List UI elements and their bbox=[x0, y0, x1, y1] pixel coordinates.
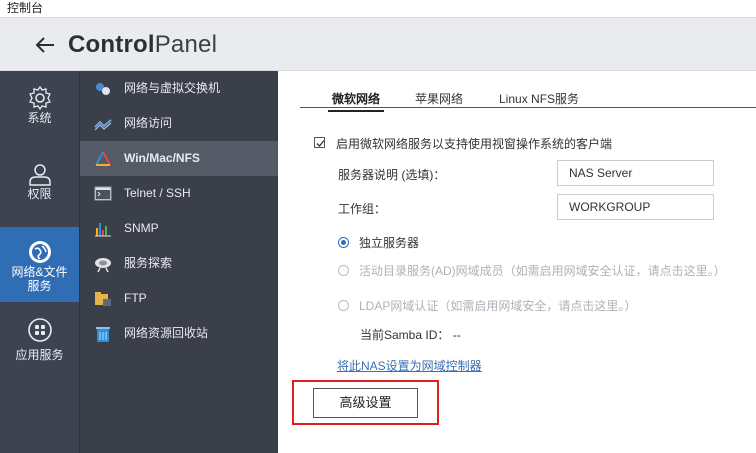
terminal-icon bbox=[94, 186, 112, 201]
subnav-item-snmp[interactable]: SNMP bbox=[80, 211, 279, 246]
checkmark-icon bbox=[316, 140, 325, 147]
apps-grid-icon bbox=[27, 318, 52, 342]
sub-sidebar: 网络与虚拟交换机 网络访问 Win/Mac/NFS Telnet / SSH S… bbox=[79, 71, 279, 453]
server-desc-label: 服务器说明 (选填)： bbox=[338, 168, 446, 182]
header-bar: ControlPanel bbox=[0, 18, 756, 71]
tab-linux-nfs[interactable]: Linux NFS服务 bbox=[499, 90, 579, 107]
set-domain-controller-link[interactable]: 将此NAS设置为网域控制器 bbox=[337, 357, 482, 374]
subnav-item-telnet-ssh[interactable]: Telnet / SSH bbox=[80, 176, 279, 211]
back-arrow-icon[interactable] bbox=[34, 34, 56, 56]
tab-bar: 微软网络 苹果网络 Linux NFS服务 bbox=[300, 88, 756, 112]
app-title: ControlPanel bbox=[68, 31, 218, 58]
win-mac-nfs-icon bbox=[95, 151, 111, 166]
service-discovery-icon bbox=[95, 258, 111, 273]
ftp-folder-icon bbox=[95, 292, 111, 306]
sidebar-item-label-line1: 网络&文件 bbox=[11, 265, 68, 279]
subnav-item-recycle-bin[interactable]: 网络资源回收站 bbox=[80, 316, 279, 351]
enable-smb-checkbox[interactable] bbox=[314, 137, 325, 148]
main-sidebar: 系统 权限 网络&文件 服务 应用服务 bbox=[0, 71, 79, 453]
network-access-icon bbox=[94, 119, 112, 131]
sidebar-item-label: 权限 bbox=[27, 187, 52, 201]
tab-apple-network[interactable]: 苹果网络 bbox=[415, 90, 463, 107]
sidebar-item-network-file-services[interactable]: 网络&文件 服务 bbox=[0, 227, 79, 302]
tab-microsoft-network[interactable]: 微软网络 bbox=[327, 90, 385, 112]
subnav-item-ftp[interactable]: FTP bbox=[80, 281, 279, 316]
workgroup-label: 工作组： bbox=[338, 202, 387, 216]
network-globe-icon bbox=[28, 241, 51, 263]
sidebar-item-system[interactable]: 系统 bbox=[0, 81, 79, 141]
subnav-item-service-discovery[interactable]: 服务探索 bbox=[80, 246, 279, 281]
server-desc-input[interactable]: NAS Server bbox=[557, 160, 714, 186]
ldap-auth-label: LDAP网域认证（如需启用网域安全，请点击这里。） bbox=[359, 299, 637, 313]
bar-chart-icon bbox=[95, 223, 111, 237]
ldap-auth-radio[interactable] bbox=[338, 300, 349, 311]
standalone-server-radio[interactable] bbox=[338, 237, 349, 248]
sidebar-item-label-line2: 服务 bbox=[27, 279, 52, 293]
sidebar-item-app-services[interactable]: 应用服务 bbox=[0, 315, 79, 375]
subnav-item-win-mac-nfs[interactable]: Win/Mac/NFS bbox=[80, 141, 279, 176]
ad-member-radio[interactable] bbox=[338, 265, 349, 276]
samba-id-label: 当前Samba ID： -- bbox=[360, 328, 461, 342]
network-switch-icon bbox=[96, 83, 110, 95]
recycle-bin-icon bbox=[96, 327, 110, 342]
window-title: 控制台 bbox=[0, 0, 756, 18]
sidebar-item-label: 系统 bbox=[27, 111, 52, 125]
user-icon bbox=[28, 164, 51, 186]
ad-member-label: 活动目录服务(AD)网域成员（如需启用网域安全认证，请点击这里。） bbox=[359, 264, 726, 278]
subnav-item-network-switch[interactable]: 网络与虚拟交换机 bbox=[80, 71, 279, 106]
sidebar-item-label: 应用服务 bbox=[15, 348, 64, 362]
enable-smb-label: 启用微软网络服务以支持使用视窗操作系统的客户端 bbox=[336, 137, 613, 151]
workgroup-input[interactable]: WORKGROUP bbox=[557, 194, 714, 220]
standalone-server-label: 独立服务器 bbox=[359, 236, 420, 250]
highlight-box bbox=[292, 380, 439, 425]
gear-icon bbox=[28, 85, 51, 111]
samba-id-value: -- bbox=[452, 328, 461, 342]
subnav-item-network-access[interactable]: 网络访问 bbox=[80, 106, 279, 141]
sidebar-item-permissions[interactable]: 权限 bbox=[0, 157, 79, 217]
